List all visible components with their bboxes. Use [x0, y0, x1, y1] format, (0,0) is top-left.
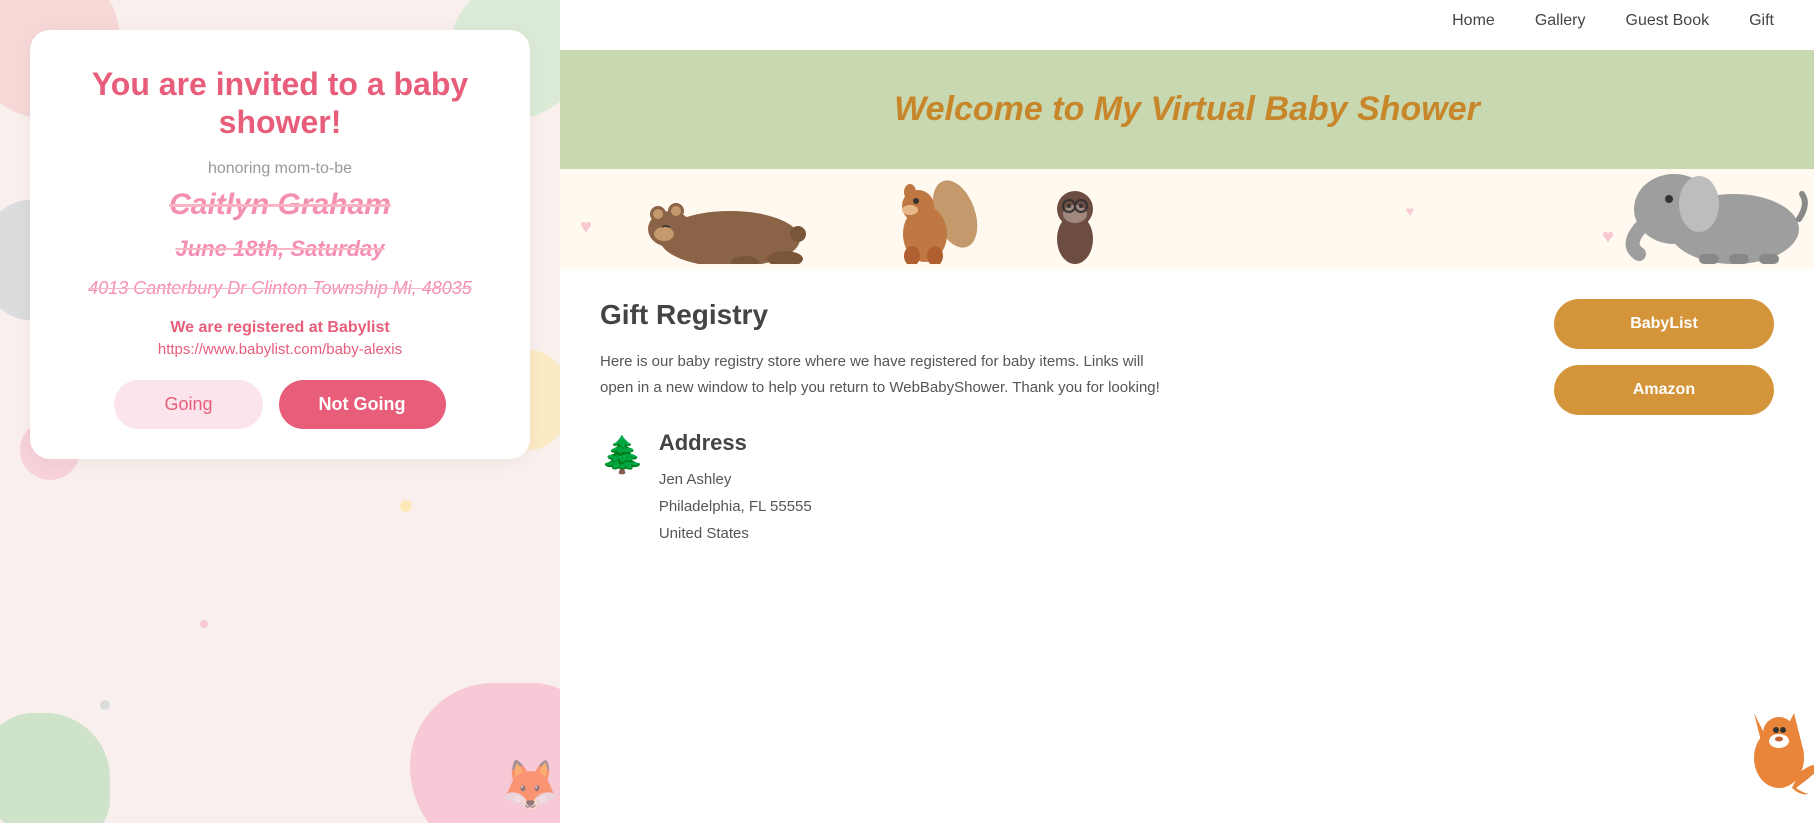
hero-banner: Welcome to My Virtual Baby Shower	[560, 50, 1814, 169]
right-bottom-decoration	[1614, 673, 1814, 823]
elephant-right	[1614, 169, 1814, 269]
monkey-animal	[1040, 174, 1110, 269]
hero-title: Welcome to My Virtual Baby Shower	[580, 90, 1794, 129]
left-panel: 🦊 You are invited to a baby shower! hono…	[0, 0, 560, 823]
heart-4: ♥	[1602, 226, 1614, 249]
address-body: Jen Ashley Philadelphia, FL 55555 United…	[659, 466, 812, 547]
dot-4	[200, 620, 208, 628]
invite-title: You are invited to a baby shower!	[70, 65, 490, 142]
address-title: Address	[659, 430, 812, 456]
address-name: Jen Ashley	[659, 466, 812, 493]
address-details: Address Jen Ashley Philadelphia, FL 5555…	[659, 430, 812, 547]
fox-icon: 🦊	[500, 756, 560, 813]
dot-3	[400, 500, 412, 512]
blob-bottom-right	[410, 683, 560, 823]
invite-card: You are invited to a baby shower! honori…	[30, 30, 530, 459]
animals-strip: ♥ ♥ ♥ ♥	[560, 169, 1814, 269]
invite-address: 4013 Canterbury Dr Clinton Township Mi, …	[70, 276, 490, 301]
invite-date: June 18th, Saturday	[70, 236, 490, 262]
address-city: Philadelphia, FL 55555	[659, 493, 812, 520]
babylist-button[interactable]: BabyList	[1554, 299, 1774, 349]
nav-gift[interactable]: Gift	[1749, 12, 1774, 30]
invite-name: Caitlyn Graham	[70, 188, 490, 222]
gift-registry-title: Gift Registry	[600, 299, 1494, 331]
content-left-column: Gift Registry Here is our baby registry …	[600, 299, 1494, 803]
nav-gallery[interactable]: Gallery	[1535, 12, 1586, 30]
not-going-button[interactable]: Not Going	[279, 380, 446, 429]
heart-3: ♥	[1406, 203, 1414, 219]
address-country: United States	[659, 520, 812, 547]
amazon-button[interactable]: Amazon	[1554, 365, 1774, 415]
going-button[interactable]: Going	[114, 380, 262, 429]
nav-home[interactable]: Home	[1452, 12, 1495, 30]
dot-5	[100, 700, 110, 710]
registry-link: https://www.babylist.com/baby-alexis	[70, 341, 490, 358]
right-panel: Home Gallery Guest Book Gift Welcome to …	[560, 0, 1814, 823]
bear-animal	[640, 184, 820, 269]
nav-guestbook[interactable]: Guest Book	[1626, 12, 1710, 30]
gift-registry-body: Here is our baby registry store where we…	[600, 349, 1180, 400]
heart-1: ♥	[580, 216, 592, 239]
address-section: 🌲 Address Jen Ashley Philadelphia, FL 55…	[600, 430, 1494, 547]
squirrel-animal	[880, 174, 980, 269]
invite-subtitle: honoring mom-to-be	[70, 160, 490, 178]
registry-label: We are registered at Babylist	[70, 319, 490, 337]
rsvp-buttons: Going Not Going	[70, 380, 490, 429]
tree-icon: 🌲	[600, 434, 645, 476]
blob-bottom-left	[0, 713, 110, 823]
navigation-bar: Home Gallery Guest Book Gift	[560, 0, 1814, 42]
